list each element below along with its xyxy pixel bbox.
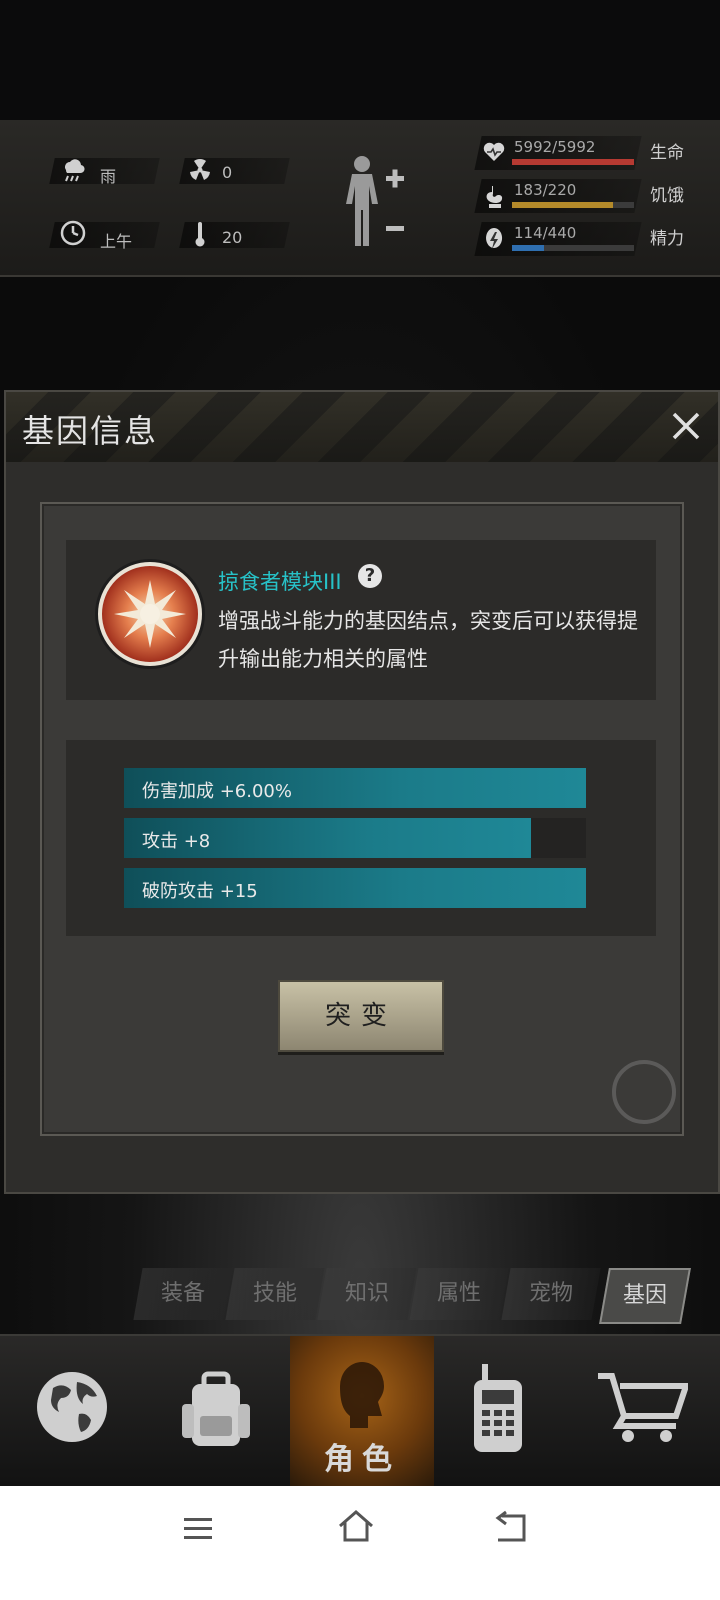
health-bar-fill bbox=[512, 159, 634, 165]
globe-icon bbox=[37, 1372, 107, 1442]
weather-text: 雨 bbox=[100, 167, 117, 186]
character-icon bbox=[340, 1362, 384, 1428]
energy-icon bbox=[486, 228, 503, 249]
close-icon[interactable] bbox=[666, 406, 706, 446]
health-bar bbox=[512, 159, 634, 165]
nav-world[interactable] bbox=[0, 1336, 144, 1486]
attribute-list: 伤害加成 +6.00% 攻击 +8 破防攻击 +15 bbox=[66, 740, 656, 936]
predator-gene-emblem-icon bbox=[98, 562, 202, 666]
cart-icon bbox=[598, 1373, 688, 1442]
hunger-label: 饥饿 bbox=[650, 186, 684, 206]
thermometer-icon bbox=[195, 222, 205, 247]
system-nav-bar bbox=[0, 1486, 720, 1600]
gene-info-dialog: 基因信息 掠食者模块III ? 增强战斗能力的基因结点，突变后可以获得提升输出能… bbox=[4, 390, 720, 1194]
home-icon[interactable] bbox=[336, 1508, 376, 1544]
dialog-header: 基因信息 bbox=[6, 392, 718, 462]
tab-knowledge[interactable]: 知识 bbox=[317, 1268, 417, 1320]
tab-genes[interactable]: 基因 bbox=[599, 1268, 691, 1324]
heart-icon bbox=[483, 142, 505, 161]
clock-icon bbox=[60, 220, 86, 246]
backpack-icon bbox=[182, 1371, 250, 1446]
back-icon[interactable] bbox=[492, 1510, 528, 1544]
gene-name: 掠食者模块III bbox=[218, 570, 342, 594]
status-bar: 雨 0 上午 20 5992/5992 生命 183/220 饥饿 114/44… bbox=[0, 120, 720, 277]
nav-shop[interactable] bbox=[576, 1336, 720, 1486]
hunger-value: 183/220 bbox=[514, 181, 577, 199]
energy-bar bbox=[512, 245, 634, 251]
tab-skills[interactable]: 技能 bbox=[225, 1268, 325, 1320]
attribute-row: 破防攻击 +15 bbox=[124, 868, 586, 908]
health-label: 生命 bbox=[650, 143, 684, 163]
gene-info-box: 掠食者模块III ? 增强战斗能力的基因结点，突变后可以获得提升输出能力相关的属… bbox=[66, 540, 656, 700]
nav-radio[interactable] bbox=[432, 1336, 576, 1486]
attribute-label: 攻击 +8 bbox=[142, 831, 211, 852]
nav-backpack[interactable] bbox=[144, 1336, 288, 1486]
radiation-icon bbox=[190, 159, 210, 180]
gauges: 5992/5992 生命 183/220 饥饿 114/440 精力 bbox=[474, 132, 718, 262]
dialog-title: 基因信息 bbox=[22, 412, 159, 450]
energy-label: 精力 bbox=[650, 229, 684, 249]
attribute-label: 破防攻击 +15 bbox=[142, 881, 258, 902]
radio-icon bbox=[474, 1364, 522, 1452]
energy-bar-fill bbox=[512, 245, 544, 251]
hunger-bar bbox=[512, 202, 634, 208]
energy-value: 114/440 bbox=[514, 224, 577, 242]
attribute-label: 伤害加成 +6.00% bbox=[142, 781, 292, 802]
character-tabs: 装备 技能 知识 属性 宠物 基因 bbox=[130, 1268, 720, 1324]
nav-character[interactable]: 角色 bbox=[290, 1336, 434, 1486]
radiation-watermark-icon bbox=[612, 1060, 676, 1124]
temperature-value: 20 bbox=[222, 228, 243, 247]
nav-character-label: 角色 bbox=[324, 1442, 400, 1477]
character-body-icon[interactable] bbox=[340, 152, 410, 252]
bottom-nav: 角色 bbox=[0, 1334, 720, 1486]
health-value: 5992/5992 bbox=[514, 138, 596, 156]
rain-cloud-icon bbox=[65, 159, 85, 182]
menu-icon[interactable] bbox=[182, 1516, 214, 1542]
hunger-bar-fill bbox=[512, 202, 614, 208]
radiation-value: 0 bbox=[222, 163, 233, 182]
stomach-icon bbox=[486, 186, 503, 208]
help-icon[interactable]: ? bbox=[358, 564, 382, 588]
time-text: 上午 bbox=[100, 232, 133, 251]
tab-attributes[interactable]: 属性 bbox=[409, 1268, 509, 1320]
tab-pets[interactable]: 宠物 bbox=[501, 1268, 601, 1320]
attribute-row: 伤害加成 +6.00% bbox=[124, 768, 586, 808]
mutate-button[interactable]: 突变 bbox=[278, 980, 444, 1052]
tab-equipment[interactable]: 装备 bbox=[133, 1268, 233, 1320]
gene-description: 增强战斗能力的基因结点，突变后可以获得提升输出能力相关的属性 bbox=[218, 609, 638, 671]
mutate-button-label: 突变 bbox=[324, 1001, 397, 1031]
gene-detail-panel: 掠食者模块III ? 增强战斗能力的基因结点，突变后可以获得提升输出能力相关的属… bbox=[40, 502, 684, 1136]
attribute-row: 攻击 +8 bbox=[124, 818, 586, 858]
